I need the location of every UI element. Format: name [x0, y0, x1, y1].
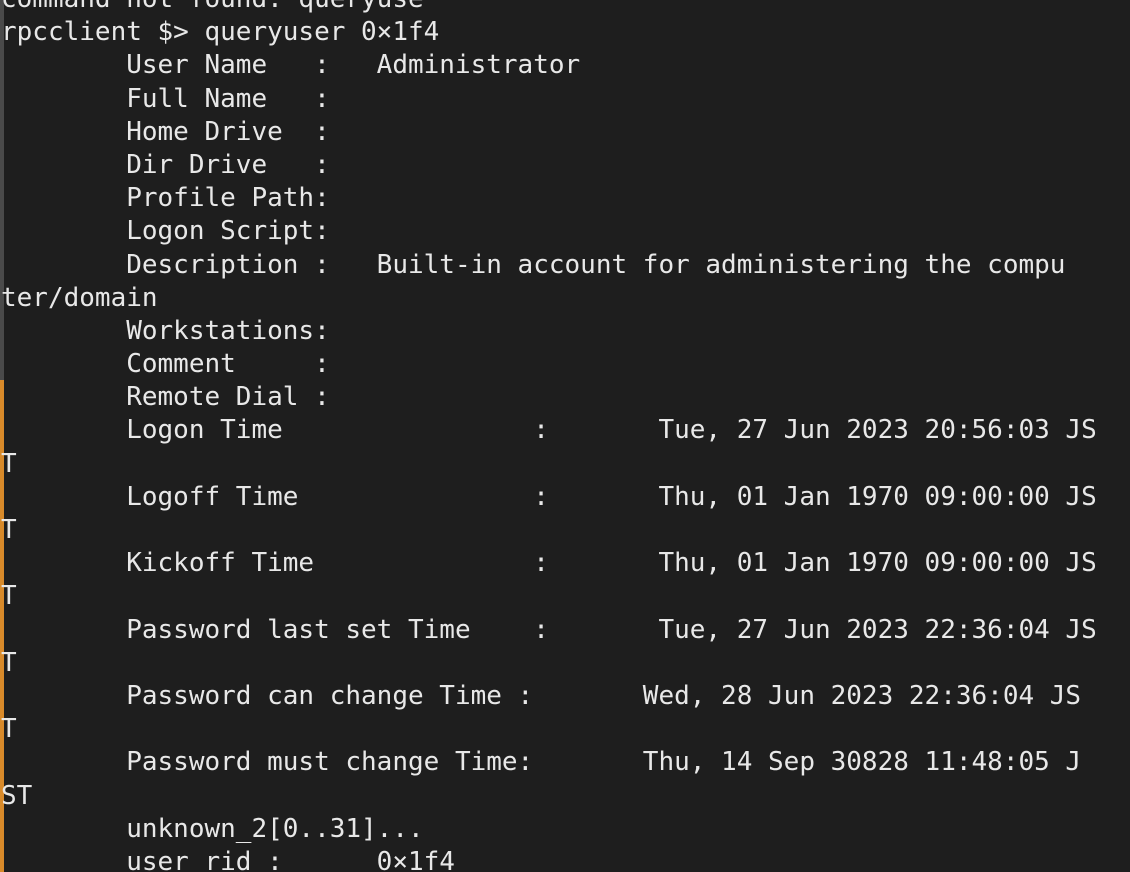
- terminal-line: Kickoff Time : Thu, 01 Jan 1970 09:00:00…: [1, 548, 1097, 579]
- terminal-line: User Name : Administrator: [1, 50, 581, 81]
- terminal-line: Dir Drive :: [1, 149, 330, 180]
- terminal-line: Logoff Time : Thu, 01 Jan 1970 09:00:00 …: [1, 481, 1097, 512]
- terminal-line: T: [1, 581, 17, 612]
- terminal-line: Description : Built-in account for admin…: [1, 249, 1066, 280]
- terminal-window[interactable]: command not found: queryuserpcclient $> …: [0, 0, 1130, 872]
- terminal-line: unknown_2[0..31]...: [1, 813, 424, 844]
- terminal-line: T: [1, 647, 17, 678]
- terminal-line: Full Name :: [1, 83, 330, 114]
- terminal-line: Comment :: [1, 349, 330, 380]
- terminal-line: rpcclient $> queryuser 0×1f4: [1, 17, 440, 48]
- terminal-line: Password must change Time: Thu, 14 Sep 3…: [1, 747, 1082, 778]
- terminal-line: command not found: queryuse: [1, 0, 1097, 16]
- terminal-line: Logon Time : Tue, 27 Jun 2023 20:56:03 J…: [1, 415, 1097, 446]
- terminal-line: T: [1, 448, 17, 479]
- terminal-output: command not found: queryuserpcclient $> …: [0, 0, 1097, 872]
- terminal-line: Profile Path:: [1, 183, 330, 214]
- terminal-line: T: [1, 515, 17, 545]
- terminal-line: T: [1, 714, 17, 745]
- terminal-line: Remote Dial :: [1, 382, 330, 413]
- terminal-line: Password can change Time : Wed, 28 Jun 2…: [1, 680, 1082, 711]
- terminal-line: Password last set Time : Tue, 27 Jun 202…: [1, 614, 1097, 645]
- terminal-line: ter/domain: [1, 282, 158, 313]
- terminal-line: Workstations:: [1, 315, 330, 346]
- terminal-line: ST: [1, 780, 33, 811]
- terminal-line: Logon Script:: [1, 216, 330, 247]
- terminal-line: Home Drive :: [1, 116, 330, 147]
- terminal-line: user rid : 0×1f4: [1, 846, 455, 872]
